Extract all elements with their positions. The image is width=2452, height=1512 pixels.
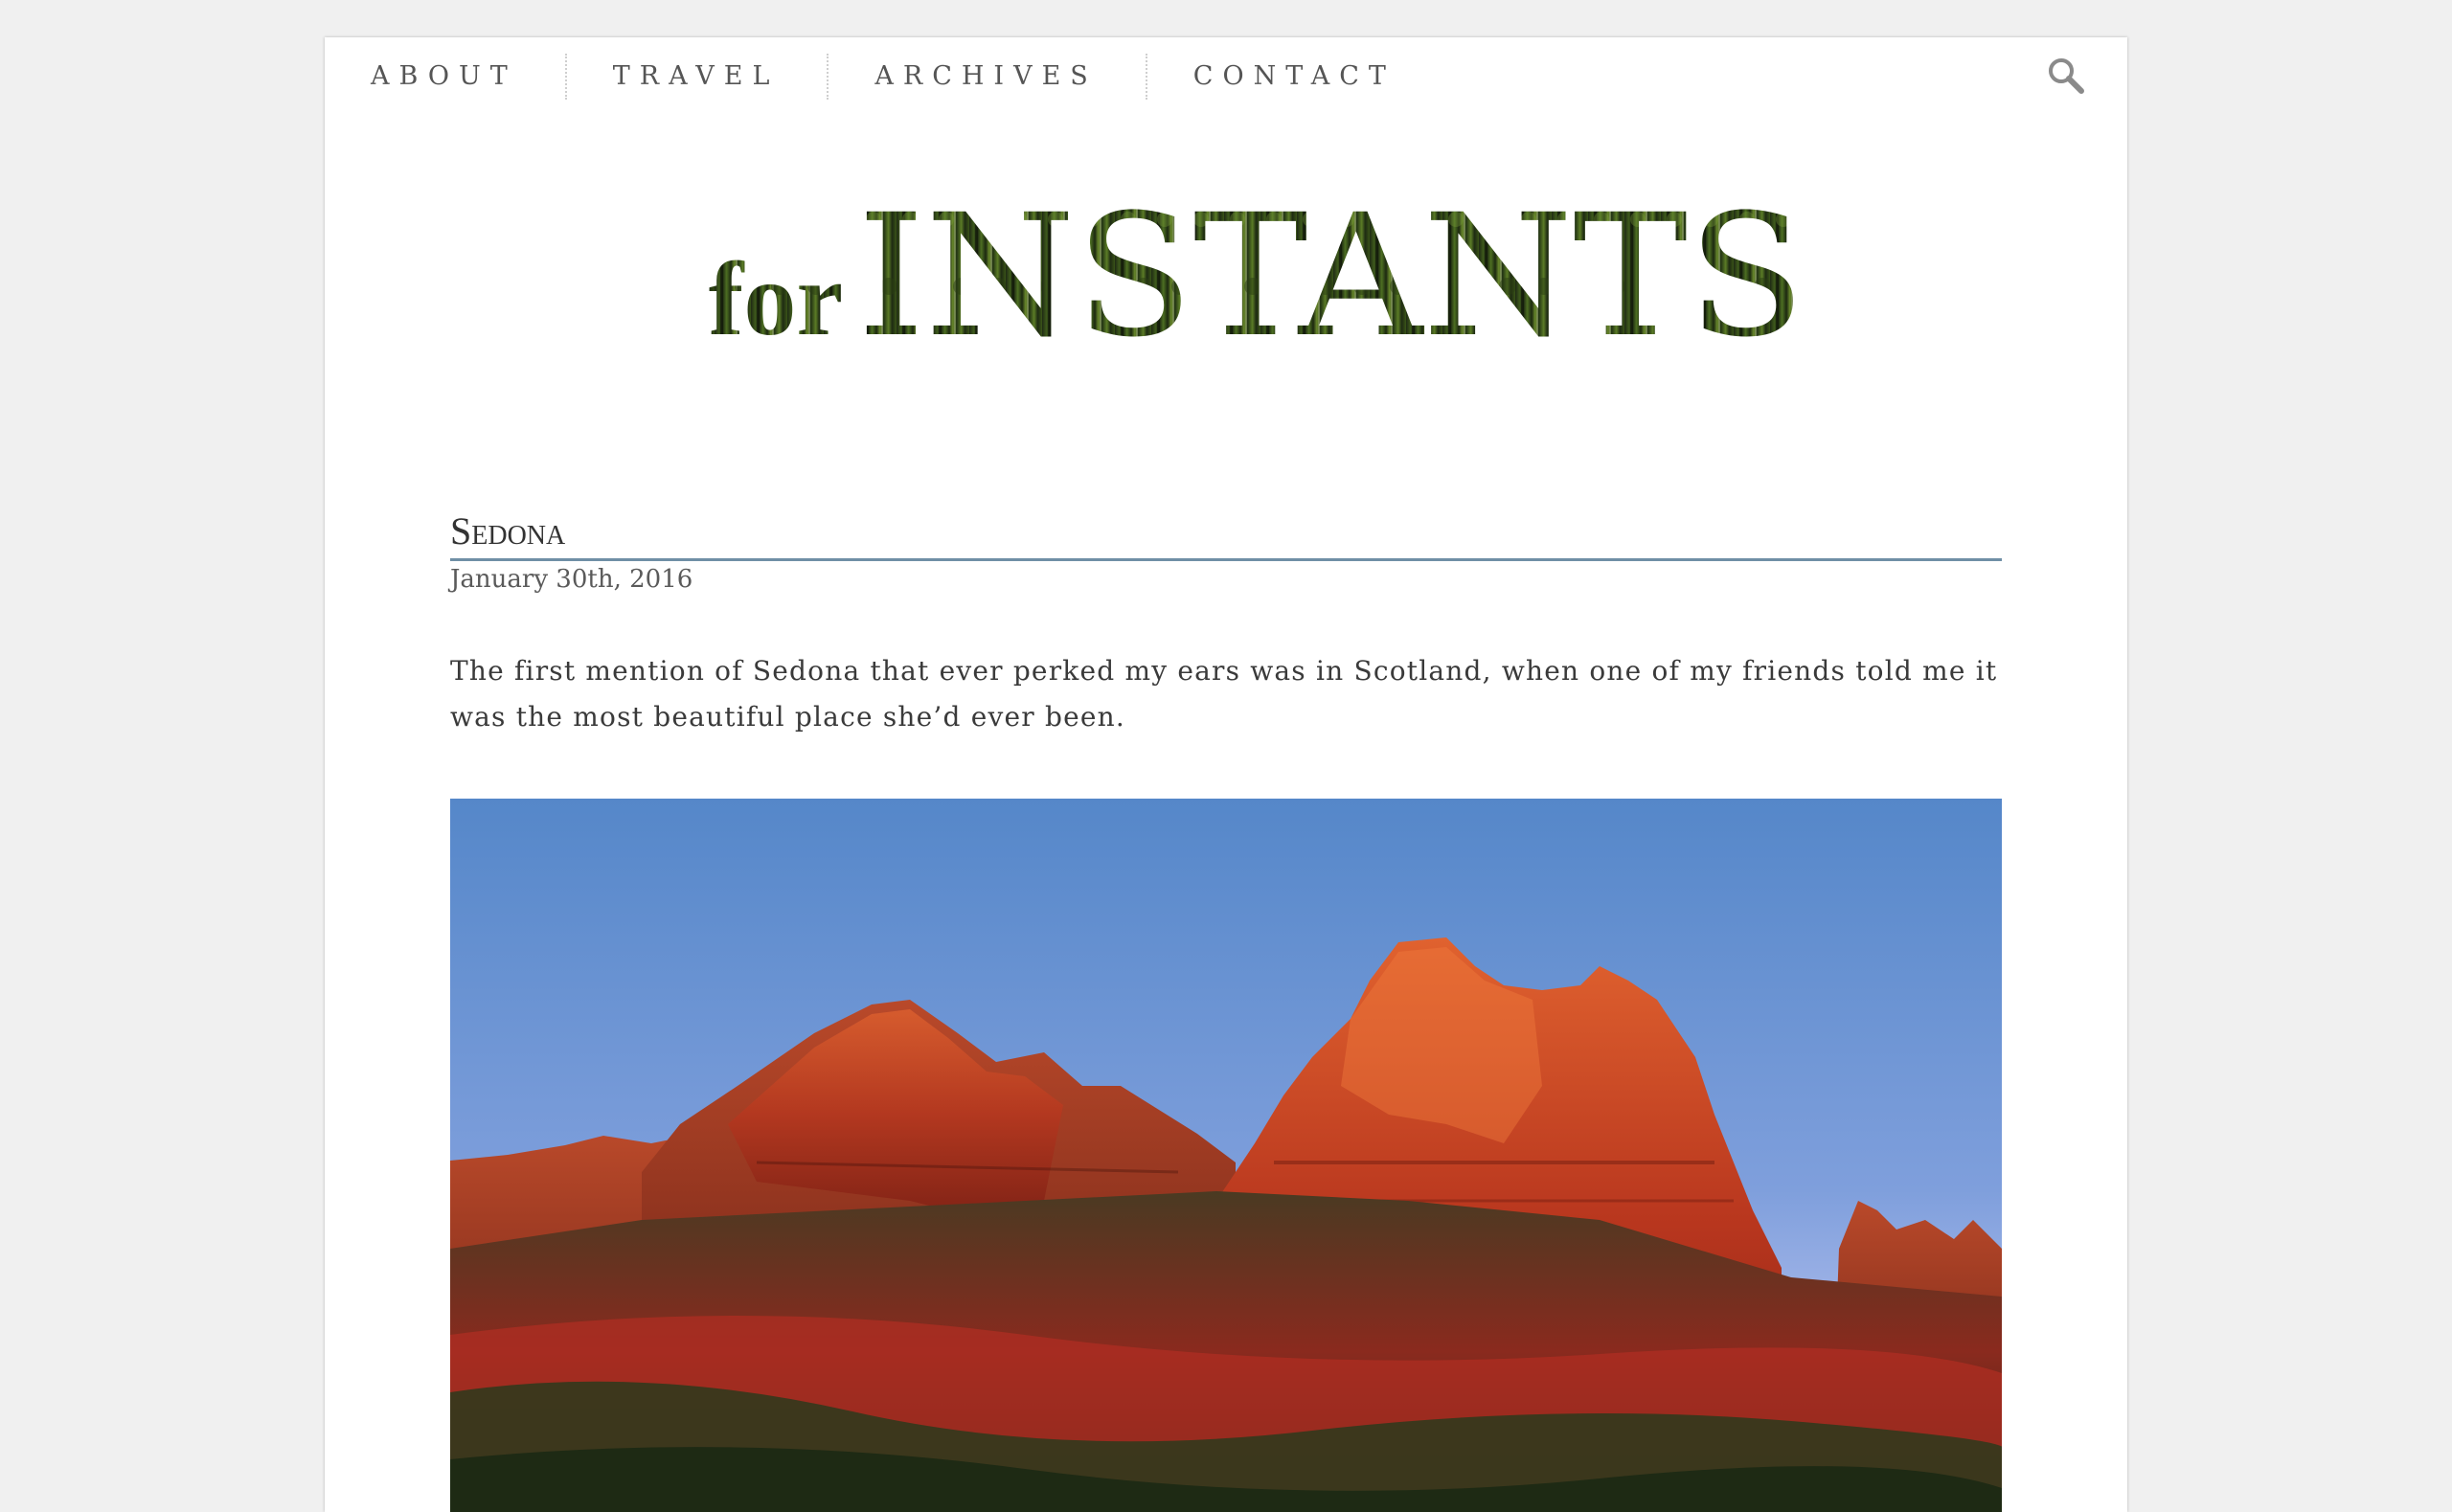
nav-menu: ABOUT TRAVEL ARCHIVES CONTACT [371, 54, 1443, 100]
post-body-text: The first mention of Sedona that ever pe… [450, 655, 1998, 733]
nav-item-travel[interactable]: TRAVEL [613, 55, 828, 99]
page-container: ABOUT TRAVEL ARCHIVES CONTACT for INSTAN… [325, 37, 2127, 1512]
logo-prefix: for [709, 240, 843, 357]
post-title[interactable]: Sedona [450, 505, 2002, 561]
nav-divider [1145, 54, 1147, 100]
nav-item-contact[interactable]: CONTACT [1193, 55, 1443, 99]
nav-item-about[interactable]: ABOUT [371, 55, 565, 99]
nav-item-archives[interactable]: ARCHIVES [874, 55, 1145, 99]
nav-divider [564, 54, 567, 100]
search-button[interactable] [2045, 55, 2087, 97]
nav-divider [827, 54, 829, 100]
top-navigation: ABOUT TRAVEL ARCHIVES CONTACT [325, 37, 2127, 114]
site-logo[interactable]: for INSTANTS [325, 181, 2127, 363]
post-date: January 30th, 2016 [450, 565, 693, 594]
sedona-photo[interactable] [450, 799, 2002, 1512]
search-icon [2049, 58, 2084, 94]
logo-main: INSTANTS [857, 181, 1805, 363]
post-title-text[interactable]: Sedona [450, 509, 565, 553]
